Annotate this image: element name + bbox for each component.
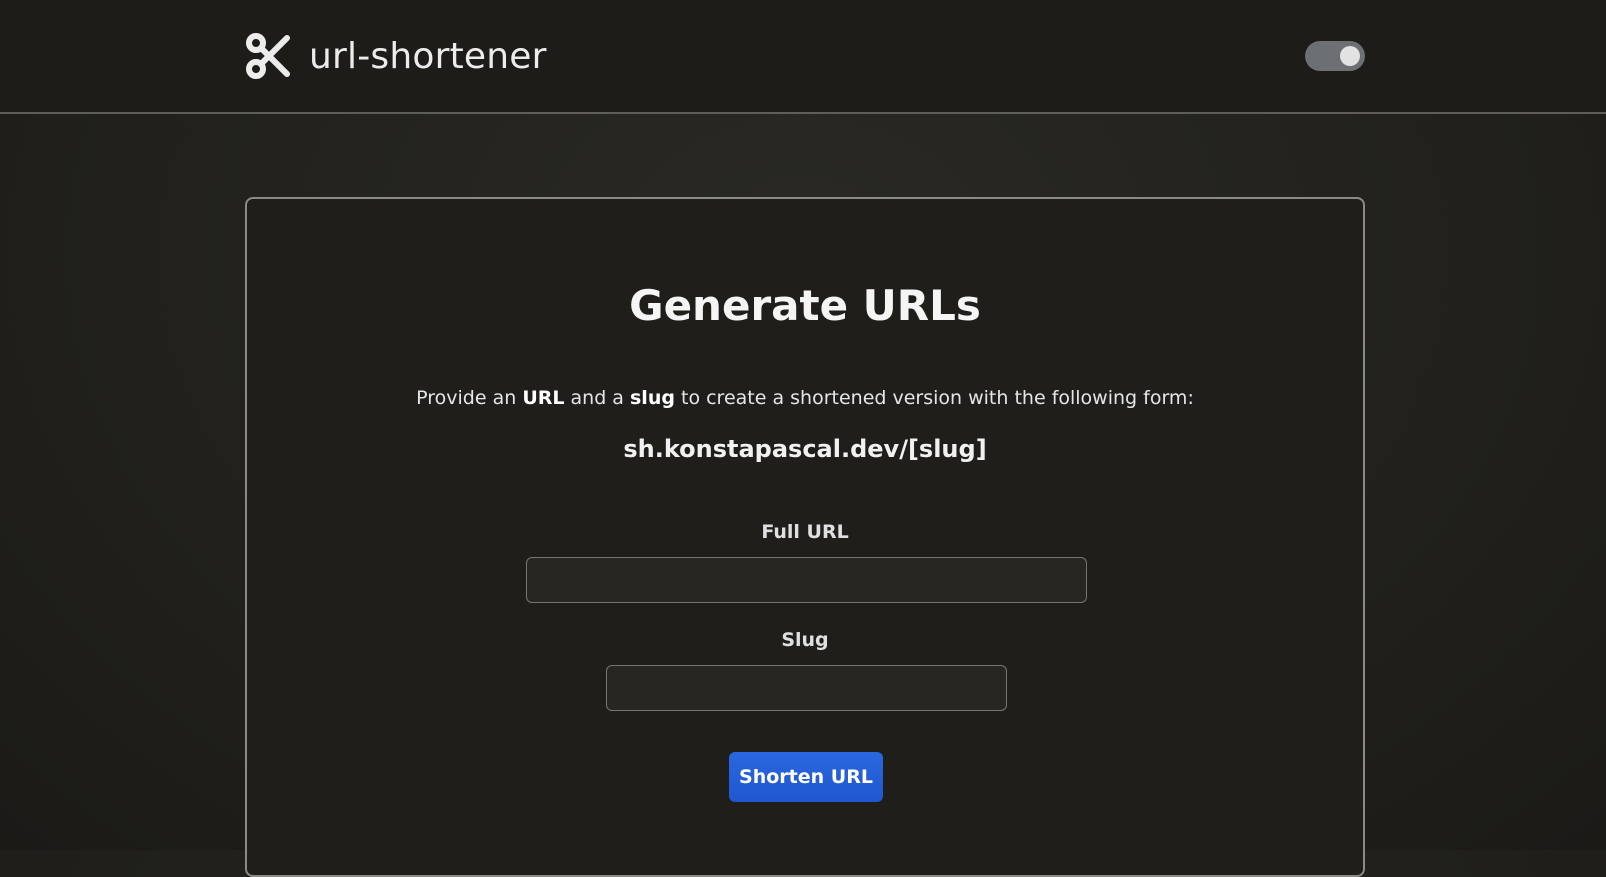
intro-text: Provide an URL and a slug to create a sh…: [247, 387, 1363, 409]
intro-url-term: URL: [522, 387, 565, 409]
intro-text-part: to create a shortened version with the f…: [674, 387, 1194, 409]
intro-slug-term: slug: [630, 387, 675, 409]
site-header: url-shortener: [0, 0, 1606, 114]
generate-card: Generate URLs Provide an URL and a slug …: [245, 197, 1365, 877]
full-url-label: Full URL: [761, 521, 849, 543]
intro-text-part: Provide an: [416, 387, 523, 409]
intro-text-part: and a: [564, 387, 630, 409]
url-pattern: sh.konstapascal.dev/[slug]: [623, 435, 987, 463]
page-title: Generate URLs: [629, 281, 981, 330]
toggle-knob: [1340, 46, 1360, 66]
brand[interactable]: url-shortener: [245, 30, 547, 82]
slug-label: Slug: [781, 629, 829, 651]
slug-input[interactable]: [606, 665, 1007, 711]
scissors-icon: [245, 32, 293, 80]
full-url-input[interactable]: [526, 557, 1087, 603]
theme-toggle[interactable]: [1305, 41, 1365, 71]
app-title: url-shortener: [309, 35, 547, 77]
shorten-url-button[interactable]: Shorten URL: [729, 752, 883, 802]
